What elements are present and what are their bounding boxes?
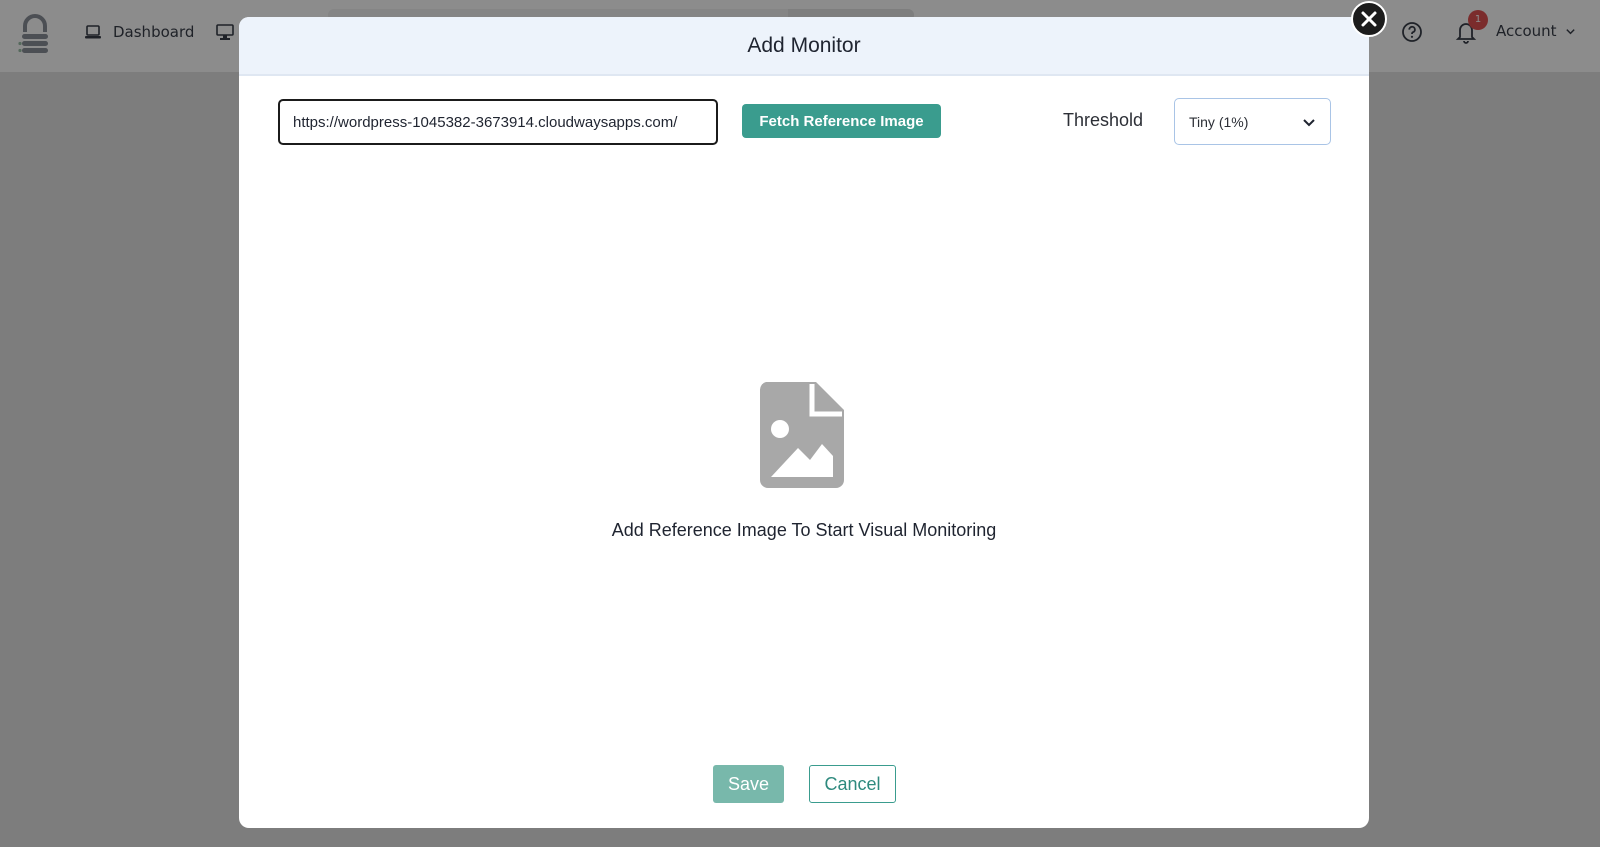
close-modal-button[interactable]: [1351, 1, 1387, 37]
add-monitor-modal: Add Monitor Fetch Reference Image Thresh…: [239, 17, 1369, 828]
threshold-selected-value: Tiny (1%): [1189, 113, 1249, 130]
image-file-icon: [760, 382, 844, 488]
fetch-reference-image-button[interactable]: Fetch Reference Image: [742, 104, 941, 138]
threshold-select[interactable]: Tiny (1%): [1174, 98, 1331, 145]
modal-header: Add Monitor: [239, 17, 1369, 76]
chevron-down-icon: [1303, 118, 1315, 126]
modal-title: Add Monitor: [747, 33, 861, 57]
save-button[interactable]: Save: [713, 765, 784, 803]
placeholder-message: Add Reference Image To Start Visual Moni…: [611, 520, 997, 540]
close-icon: [1361, 11, 1377, 27]
url-input[interactable]: [278, 99, 718, 145]
threshold-label: Threshold: [1063, 110, 1144, 130]
cancel-button[interactable]: Cancel: [809, 765, 896, 803]
